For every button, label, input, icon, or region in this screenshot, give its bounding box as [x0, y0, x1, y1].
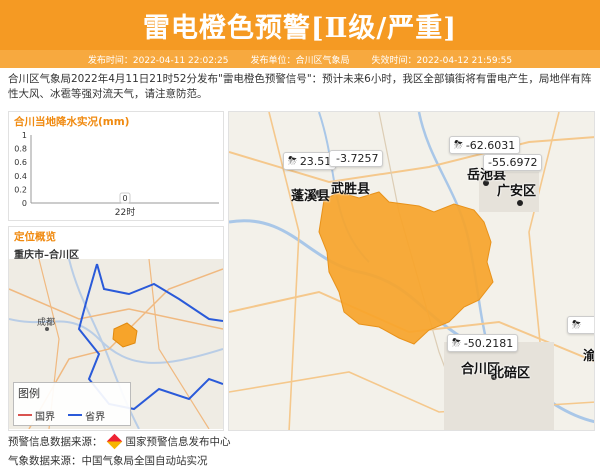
rainfall-title: 合川当地降水实况(mm): [14, 116, 130, 128]
guangan-dot: [517, 200, 523, 206]
place-guangan: 广安区: [497, 184, 537, 199]
x-tick-label: 22时: [115, 206, 135, 218]
thunder-cloud-icon: ⛈: [454, 138, 463, 151]
thunder-cloud-icon: ⛈: [572, 318, 581, 331]
thunder-cloud-icon: ⛈: [288, 154, 297, 167]
station-reading-2[interactable]: -3.7257: [329, 150, 384, 167]
station-reading-6[interactable]: ⛈: [567, 316, 594, 334]
place-yu: 渝: [583, 349, 595, 364]
place-wusheng: 武胜县: [331, 182, 371, 197]
legend-provincial: 省界: [68, 408, 105, 423]
place-beibei: 北碚区: [491, 366, 531, 381]
y-tick-label: 1: [22, 131, 27, 140]
y-tick-label: 0: [22, 199, 27, 208]
expire-time: 失效时间：2022-04-12 21:59:55: [371, 55, 513, 66]
station-reading-5[interactable]: ⛈ -50.2181: [447, 334, 519, 352]
warning-description: 合川区气象局2022年4月11日21时52分发布"雷电橙色预警信号"：预计未来6…: [8, 73, 592, 100]
station-reading-3[interactable]: ⛈ -62.6031: [449, 136, 521, 154]
footer-source-1: 预警信息数据来源： 国家预警信息发布中心: [8, 433, 231, 450]
y-tick-label: 0.4: [14, 172, 27, 181]
y-tick-label: 0.6: [14, 158, 27, 167]
main-map[interactable]: 蓬溪县 武胜县 岳池县 广安区 合川区 北碚区 渝 ⛈ 23.51 -3.725…: [228, 111, 595, 431]
city-label-chengdu: 成都: [37, 316, 55, 328]
place-pengxi: 蓬溪县: [291, 189, 331, 204]
station-reading-4[interactable]: -55.6972: [483, 154, 543, 171]
footer-source-2: 气象数据来源：中国气象局全国自动站实况: [8, 455, 208, 467]
y-tick-label: 0.2: [14, 185, 27, 194]
legend-national: 国界: [18, 408, 55, 423]
map-legend: 图例 国界 省界: [13, 382, 131, 426]
y-tick-label: 0.8: [14, 145, 27, 154]
location-panel: 定位概览 重庆市–合川区 成都 图例 国界 省界: [8, 226, 224, 431]
thunder-cloud-icon: ⛈: [452, 336, 461, 349]
location-title: 定位概览: [14, 231, 56, 243]
province-border-swatch: [68, 414, 83, 416]
warning-center-logo-icon: [106, 433, 122, 450]
rainfall-panel: 合川当地降水实况(mm) 1 0.8 0.6 0.4 0.2 0 0 22时: [8, 111, 224, 221]
rainfall-chart: 1 0.8 0.6 0.4 0.2 0 0 22时: [14, 131, 219, 218]
legend-title: 图例: [18, 387, 40, 400]
publisher: 发布单位：合川区气象局: [250, 55, 350, 66]
warning-banner: 雷电橙色预警[Ⅱ级/严重]: [0, 0, 600, 50]
publish-time: 发布时间：2022-04-11 22:02:25: [87, 55, 229, 66]
national-border-swatch: [18, 414, 32, 416]
bar-data-label: 0: [122, 194, 127, 203]
warning-meta-bar: 发布时间：2022-04-11 22:02:25 发布单位：合川区气象局 失效时…: [0, 50, 600, 68]
warning-title: 雷电橙色预警[Ⅱ级/严重]: [142, 12, 458, 44]
urban-area: [444, 342, 554, 430]
